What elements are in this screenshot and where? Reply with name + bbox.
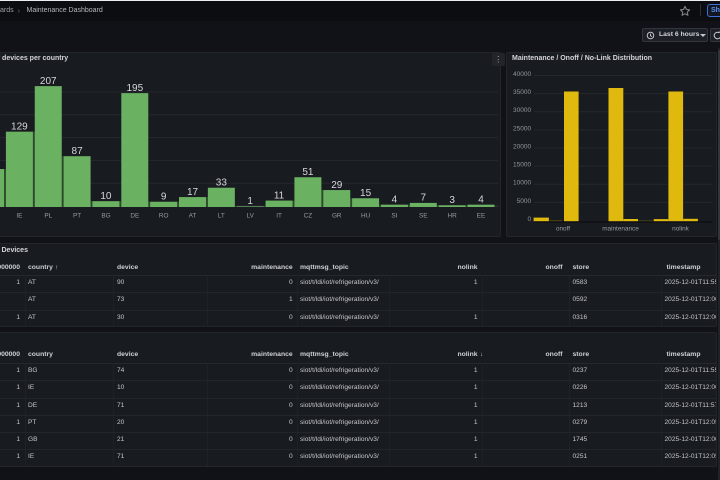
svg-text:15: 15: [360, 188, 372, 199]
svg-text:BG: BG: [101, 213, 110, 220]
svg-text:LT: LT: [218, 213, 225, 220]
svg-text:maintenance: maintenance: [602, 226, 639, 233]
svg-text:PL: PL: [44, 213, 52, 220]
svg-text:29: 29: [331, 180, 343, 191]
svg-text:7: 7: [421, 193, 427, 204]
svg-text:AT: AT: [189, 213, 197, 220]
svg-text:LV: LV: [247, 213, 255, 220]
svg-text:HR: HR: [448, 213, 458, 220]
svg-text:HU: HU: [361, 213, 371, 220]
svg-text:PT: PT: [73, 213, 81, 220]
svg-text:195: 195: [126, 83, 143, 94]
svg-text:nolink: nolink: [672, 226, 690, 233]
svg-text:25000: 25000: [513, 125, 531, 132]
svg-text:129: 129: [11, 121, 28, 132]
svg-text:30000: 30000: [513, 107, 531, 114]
svg-text:SE: SE: [419, 213, 428, 220]
svg-text:11: 11: [274, 190, 285, 201]
svg-text:GR: GR: [332, 213, 342, 220]
svg-text:17: 17: [187, 187, 199, 198]
svg-text:onoff: onoff: [555, 226, 569, 233]
svg-text:40000: 40000: [513, 71, 531, 78]
svg-text:3: 3: [449, 195, 455, 206]
svg-text:33: 33: [216, 178, 228, 189]
svg-text:207: 207: [40, 76, 57, 87]
svg-text:87: 87: [72, 146, 84, 157]
svg-text:EE: EE: [477, 213, 486, 220]
svg-text:10000: 10000: [513, 180, 531, 187]
svg-text:SI: SI: [391, 213, 397, 220]
svg-text:51: 51: [302, 167, 314, 178]
svg-text:9: 9: [161, 192, 167, 203]
svg-text:4: 4: [478, 194, 484, 205]
svg-text:5000: 5000: [516, 198, 531, 205]
svg-text:IE: IE: [16, 213, 22, 220]
svg-text:4: 4: [392, 194, 398, 205]
svg-text:1: 1: [247, 196, 253, 207]
svg-text:RO: RO: [159, 213, 169, 220]
svg-text:35000: 35000: [513, 89, 531, 96]
svg-text:20000: 20000: [513, 143, 531, 150]
svg-text:DE: DE: [130, 213, 139, 220]
svg-text:IT: IT: [276, 213, 282, 220]
svg-text:15000: 15000: [513, 162, 531, 169]
svg-text:CZ: CZ: [304, 213, 313, 220]
svg-text:0: 0: [527, 216, 531, 223]
svg-text:10: 10: [100, 191, 112, 202]
